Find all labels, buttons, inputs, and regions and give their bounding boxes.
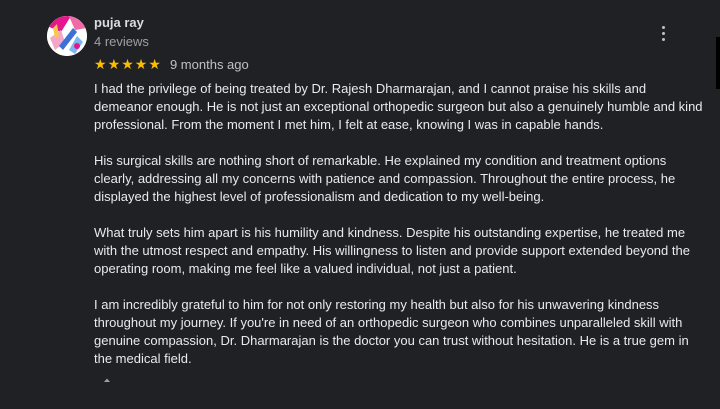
review-date: 9 months ago	[169, 56, 249, 72]
star-icon: ★	[94, 56, 107, 72]
star-icon: ★	[134, 56, 148, 72]
review-text: I had the privilege of being treated by …	[94, 80, 704, 386]
scrollbar-track[interactable]	[716, 37, 720, 89]
star-icon: ★	[107, 56, 121, 72]
avatar[interactable]	[47, 16, 87, 56]
author-review-count: 4 reviews	[94, 34, 149, 49]
review-paragraph: His surgical skills are nothing short of…	[94, 153, 676, 204]
review-paragraph: I am incredibly grateful to him for not …	[94, 297, 689, 366]
star-rating: ★ ★ ★ ★ ★	[94, 57, 162, 71]
star-icon: ★	[121, 56, 134, 72]
more-vert-icon[interactable]	[655, 22, 673, 44]
author-name[interactable]: puja ray	[94, 15, 144, 30]
review-paragraph: I had the privilege of being treated by …	[94, 81, 703, 132]
review-paragraph: What truly sets him apart is his humilit…	[94, 225, 690, 276]
star-icon: ★	[148, 56, 161, 72]
review-card: puja ray 4 reviews ★ ★ ★ ★ ★ 9 months ago I …	[0, 0, 720, 409]
rating-row: ★ ★ ★ ★ ★ 9 months ago	[94, 56, 249, 72]
collapse-caret-icon[interactable]	[103, 377, 111, 383]
avatar-illustration-icon	[47, 16, 87, 56]
